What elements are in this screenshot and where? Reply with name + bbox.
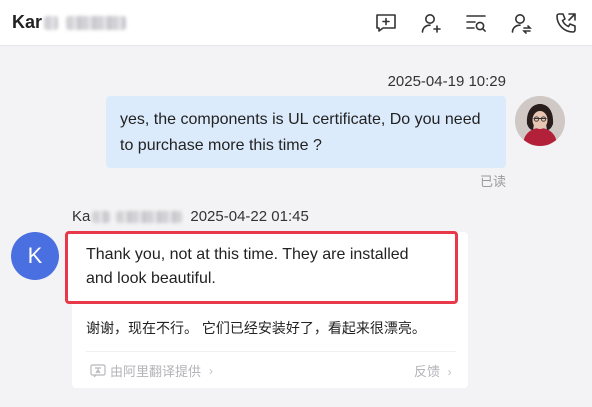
sender-name-text: Ka: [72, 208, 91, 225]
add-message-icon[interactable]: [374, 11, 400, 37]
sender-name: Ka: [72, 208, 183, 225]
feedback-link[interactable]: 反馈 ›: [414, 361, 452, 380]
search-list-icon[interactable]: [464, 11, 490, 37]
add-contact-icon[interactable]: [419, 11, 445, 37]
redacted-name: [66, 15, 127, 30]
divider: [86, 351, 456, 352]
redacted-name: [92, 210, 111, 223]
contact-name: Kar: [12, 12, 43, 32]
translation-provider-link[interactable]: 由阿里翻译提供 ›: [90, 361, 213, 380]
transfer-contact-icon[interactable]: [509, 11, 535, 37]
chevron-right-icon: ›: [209, 363, 214, 378]
chat-header: Kar: [0, 0, 592, 46]
avatar[interactable]: [515, 96, 565, 146]
incoming-timestamp: 2025-04-22 01:45: [190, 208, 309, 225]
translated-text: 谢谢，现在不行。 它们已经安装好了，看起来很漂亮。: [86, 320, 426, 336]
incoming-message-bubble[interactable]: Thank you, not at this time. They are in…: [65, 231, 458, 304]
feedback-label: 反馈: [414, 364, 441, 379]
phone-call-icon[interactable]: [554, 11, 580, 37]
chevron-right-icon: ›: [447, 365, 452, 379]
outgoing-message-bubble[interactable]: yes, the components is UL certificate, D…: [106, 96, 506, 168]
contact-title: Kar: [12, 12, 127, 33]
translate-icon: [90, 363, 106, 377]
avatar[interactable]: K: [11, 232, 59, 280]
outgoing-timestamp: 2025-04-19 10:29: [387, 73, 506, 90]
read-status: 已读: [479, 174, 506, 189]
redacted-name: [44, 15, 59, 30]
incoming-header: Ka 2025-04-22 01:45: [72, 208, 309, 225]
redacted-name: [116, 210, 183, 223]
provider-label: 由阿里翻译提供: [110, 364, 202, 379]
